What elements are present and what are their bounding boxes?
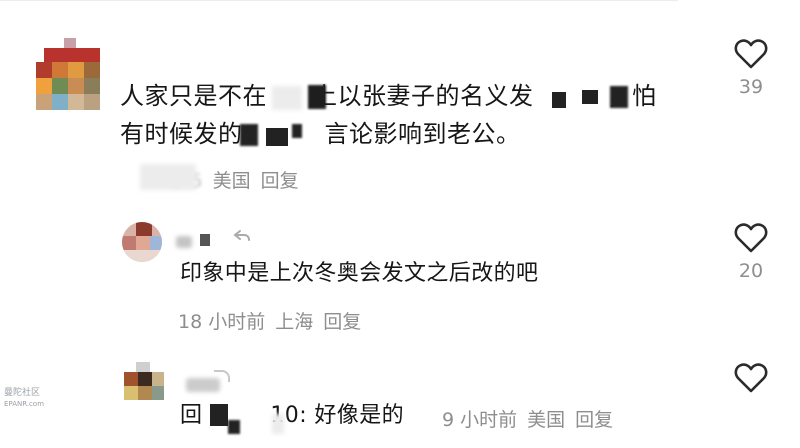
reply-button[interactable]: 回复 <box>323 311 361 333</box>
comment-text-segment: 上以张妻子的名义发 <box>313 82 534 110</box>
reply-button[interactable]: 回复 <box>575 409 613 431</box>
reply-text-segment: 10: 好像是的 <box>270 403 405 428</box>
avatar[interactable] <box>36 38 100 112</box>
reply-arrow-icon <box>232 228 252 244</box>
reply-prefix: 回 <box>180 403 203 428</box>
comment-meta: 9 小时前 美国 回复 <box>442 405 623 432</box>
like-count: 20 <box>738 260 764 282</box>
watermark: 曼陀社区 EPANR.com <box>4 388 44 410</box>
comment-text: 印象中是上次冬奥会发文之后改的吧 <box>180 261 539 286</box>
like-count: 39 <box>738 76 764 98</box>
comment-meta: 18 小时前 上海 回复 <box>178 307 371 334</box>
comment-time: 18 小时前 <box>178 311 266 333</box>
like-control[interactable] <box>723 362 779 394</box>
comment-text-line1: 人家只是不在 上以张妻子的名义发 ，怕 <box>120 76 657 116</box>
divider <box>0 0 678 1</box>
comment-text-segment: 人家只是不在 <box>120 82 267 110</box>
avatar[interactable] <box>122 222 162 262</box>
comment-text-segment: 言论影响到老公。 <box>324 120 521 148</box>
comment-text-line2: 有时候发的 言论影响到老公。 <box>120 114 521 154</box>
avatar[interactable] <box>124 362 164 402</box>
watermark-line: 曼陀社区 <box>4 388 41 398</box>
watermark-line: EPANR.com <box>4 400 45 408</box>
comment-time: 9 小时前 <box>442 409 518 431</box>
like-control[interactable]: 39 <box>723 38 779 98</box>
comment-text-segment: 有时候发的 <box>120 120 243 148</box>
like-control[interactable]: 20 <box>723 222 779 282</box>
heart-icon[interactable] <box>734 222 768 254</box>
heart-icon[interactable] <box>734 38 768 70</box>
reply-button[interactable]: 回复 <box>261 170 299 192</box>
comment-location: 上海 <box>275 311 314 333</box>
comment-location: 美国 <box>212 170 251 192</box>
comment-location: 美国 <box>527 409 566 431</box>
heart-icon[interactable] <box>734 362 768 394</box>
